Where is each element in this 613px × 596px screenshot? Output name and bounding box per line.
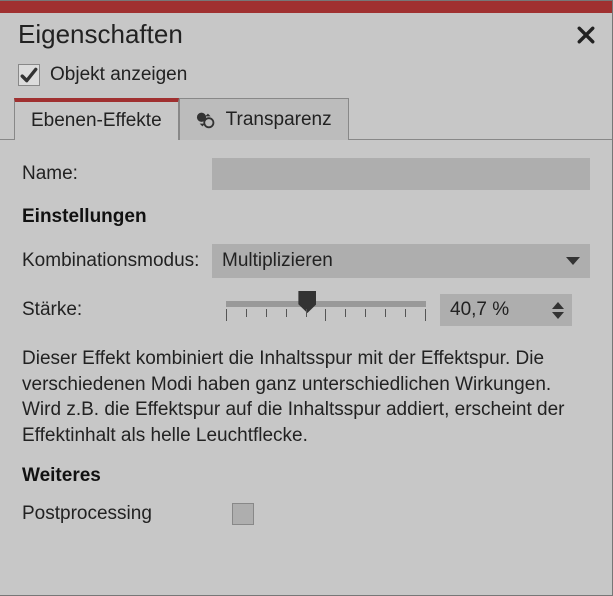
blend-mode-value: Multiplizieren — [222, 250, 333, 272]
strength-value: 40,7 % — [450, 299, 509, 321]
blend-mode-select[interactable]: Multiplizieren — [212, 244, 590, 278]
settings-heading: Einstellungen — [22, 206, 590, 228]
tab-layer-effects[interactable]: Ebenen-Effekte — [14, 98, 179, 140]
tab-label: Ebenen-Effekte — [31, 110, 162, 132]
panel-title: Eigenschaften — [18, 19, 183, 50]
strength-label: Stärke: — [22, 299, 212, 321]
name-row: Name: — [22, 158, 590, 190]
spinner-buttons[interactable] — [552, 302, 564, 319]
show-object-label: Objekt anzeigen — [50, 64, 187, 86]
more-heading: Weiteres — [22, 465, 590, 487]
blend-mode-label: Kombinationsmodus: — [22, 250, 212, 272]
postprocessing-checkbox[interactable] — [232, 503, 254, 525]
tab-label: Transparenz — [226, 109, 332, 131]
effect-description: Dieser Effekt kombiniert die Inhaltsspur… — [22, 346, 590, 449]
transparency-icon — [196, 109, 218, 131]
strength-spinner[interactable]: 40,7 % — [440, 294, 572, 326]
strength-row: Stärke: 40,7 % — [22, 294, 590, 326]
spinner-up-icon[interactable] — [552, 302, 564, 309]
slider-ticks — [226, 309, 426, 321]
postprocessing-label: Postprocessing — [22, 503, 232, 525]
close-button[interactable] — [574, 23, 598, 47]
properties-panel: Eigenschaften Objekt anzeigen Ebenen-Eff… — [0, 0, 613, 596]
show-object-row: Objekt anzeigen — [0, 60, 612, 96]
tab-content: Name: Einstellungen Kombinationsmodus: M… — [0, 140, 612, 595]
spinner-down-icon[interactable] — [552, 312, 564, 319]
name-input[interactable] — [212, 158, 590, 190]
blend-mode-row: Kombinationsmodus: Multiplizieren — [22, 244, 590, 278]
panel-header: Eigenschaften — [0, 13, 612, 60]
show-object-checkbox[interactable] — [18, 64, 40, 86]
postprocessing-row: Postprocessing — [22, 503, 590, 525]
close-icon — [577, 26, 595, 44]
strength-slider[interactable] — [226, 295, 426, 325]
tab-transparency[interactable]: Transparenz — [179, 98, 349, 140]
titlebar[interactable] — [0, 1, 612, 13]
tab-bar: Ebenen-Effekte Transparenz — [0, 96, 612, 140]
chevron-down-icon — [566, 257, 580, 265]
checkmark-icon — [20, 66, 38, 84]
name-label: Name: — [22, 163, 212, 185]
slider-track — [226, 301, 426, 307]
